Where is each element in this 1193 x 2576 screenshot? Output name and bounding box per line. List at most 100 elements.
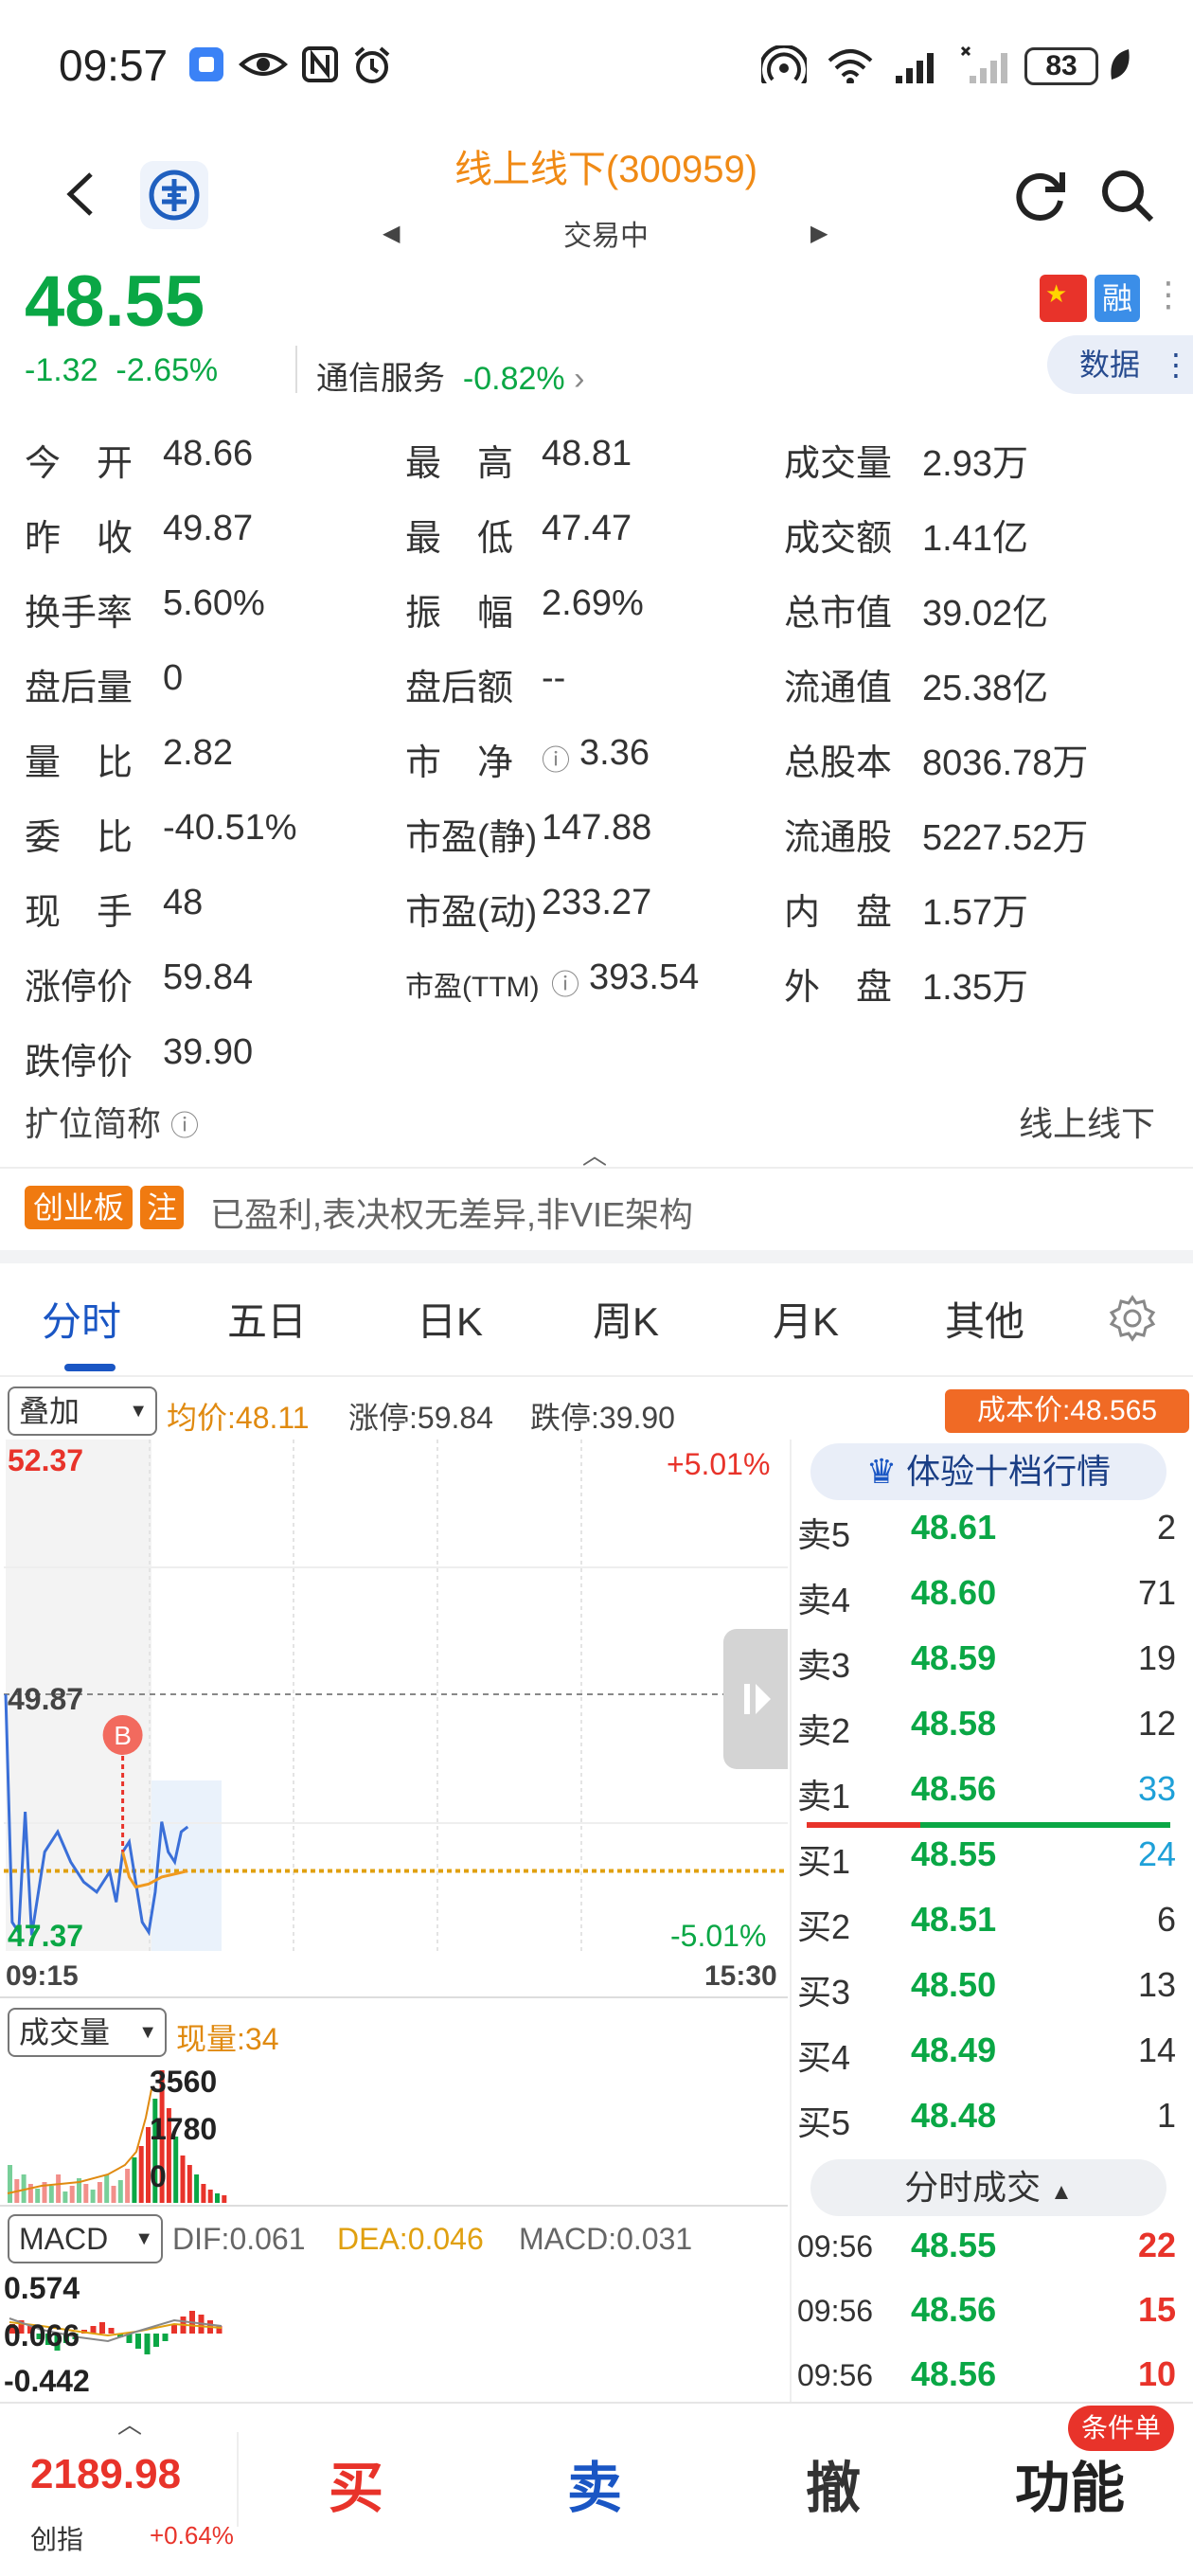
divider <box>0 1996 788 1998</box>
bid-row[interactable]: 买5 48.48 1 <box>797 2096 1176 2161</box>
gear-icon[interactable] <box>1108 1294 1157 1343</box>
stat-label: 市盈(动) <box>405 893 538 933</box>
expand-name-value: 线上线下 <box>1019 1104 1156 1143</box>
stat-value: 59.84 <box>163 957 254 997</box>
tab-weekly-k[interactable]: 周K <box>593 1290 659 1348</box>
macd-chart[interactable] <box>4 2265 788 2402</box>
bid-row[interactable]: 买3 48.50 13 <box>797 1965 1176 2030</box>
level2-quote-button[interactable]: ♛ 体验十档行情 <box>810 1443 1166 1500</box>
signal-off-icon <box>960 45 1007 83</box>
stat-label: 盘后量 <box>25 669 134 708</box>
conditional-order-badge[interactable]: 条件单 <box>1068 2406 1174 2451</box>
stat-label: 涨停价 <box>25 968 134 1008</box>
company-tagline: 已盈利,表决权无差异,非VIE架构 <box>210 1195 694 1234</box>
trades-toggle-button[interactable]: 分时成交 ▲ <box>810 2159 1166 2216</box>
cost-price-badge: 成本价:48.565 <box>945 1389 1189 1433</box>
industry-name: 通信服务 <box>316 361 445 397</box>
alarm-icon <box>354 46 390 83</box>
stat-label: 总股本 <box>784 743 893 783</box>
index-value[interactable]: 2189.98 <box>30 2451 181 2498</box>
ask-row[interactable]: 卖2 48.58 12 <box>797 1704 1176 1769</box>
stat-value: 49.87 <box>163 509 254 548</box>
help-icon[interactable]: ⓘ <box>542 737 570 778</box>
level-volume: 24 <box>1137 1834 1176 1873</box>
data-button[interactable]: 数据 ⋮ <box>1047 335 1193 394</box>
bid-row[interactable]: 买4 48.49 14 <box>797 2030 1176 2096</box>
ask-row[interactable]: 卖5 48.61 2 <box>797 1508 1176 1573</box>
expand-panel-button[interactable] <box>723 1629 788 1769</box>
level-volume: 33 <box>1137 1769 1176 1808</box>
level-volume: 71 <box>1137 1573 1176 1612</box>
bid-row[interactable]: 买2 48.51 6 <box>797 1900 1176 1965</box>
help-icon[interactable]: ⓘ <box>170 1111 199 1142</box>
price-axis-bottom: 47.37 <box>8 1919 84 1953</box>
macd-dropdown[interactable]: MACD ▼ <box>8 2214 163 2263</box>
back-icon[interactable] <box>59 170 106 218</box>
nfc-icon <box>302 46 338 82</box>
macd-bar <box>171 2324 177 2334</box>
stat-value: 39.02亿 <box>922 594 1049 634</box>
help-icon[interactable]: ⓘ <box>551 961 579 1003</box>
tab-intraday[interactable]: 分时 <box>42 1290 121 1348</box>
next-stock-arrow[interactable]: ▶ <box>810 220 828 247</box>
more-icon[interactable]: ⋮ <box>1151 275 1185 314</box>
section-gap <box>0 1250 1193 1263</box>
stat-value: 25.38亿 <box>922 669 1049 708</box>
volume-bar <box>104 2174 110 2203</box>
tab-monthly-k[interactable]: 月K <box>773 1290 839 1348</box>
level-price: 48.51 <box>911 1900 997 1939</box>
stat-value: 2.82 <box>163 733 233 773</box>
buy-button[interactable]: 买 <box>261 2443 451 2523</box>
level-volume: 1 <box>1156 2096 1176 2135</box>
stat-label: 昨 收 <box>25 519 134 559</box>
limit-down: 跌停:39.90 <box>530 1401 675 1435</box>
cancel-order-button[interactable]: 撤 <box>739 2443 928 2523</box>
margin-badge[interactable]: 融 <box>1095 275 1140 322</box>
expand-name-label: 扩位简称 ⓘ <box>25 1097 199 1146</box>
chevron-right-icon: › <box>574 361 585 397</box>
stat-label: 委 比 <box>25 818 134 858</box>
stat-value: 8036.78万 <box>922 743 1089 783</box>
index-expand-icon[interactable]: ︿ <box>117 2406 142 2441</box>
tab-daily-k[interactable]: 日K <box>417 1290 483 1348</box>
volume-tick-high: 3560 <box>150 2065 218 2099</box>
divider <box>790 1440 792 2402</box>
app-notification-icon <box>189 47 223 81</box>
refresh-icon[interactable] <box>1013 167 1070 224</box>
divider <box>0 1375 1193 1377</box>
volume-bar <box>62 2191 68 2203</box>
volume-chart[interactable] <box>4 2061 788 2205</box>
intraday-price-chart[interactable]: B <box>4 1440 788 1953</box>
volume-label: 成交量 <box>19 2015 111 2049</box>
stat-value: 2.93万 <box>922 444 1028 484</box>
volume-bar <box>117 2180 123 2203</box>
trades-label: 分时成交 <box>904 2168 1042 2207</box>
price-change: -1.32 -2.65% <box>25 352 218 389</box>
tab-five-day[interactable]: 五日 <box>227 1290 307 1348</box>
ask-row[interactable]: 卖3 48.59 19 <box>797 1638 1176 1704</box>
bid-row[interactable]: 买1 48.55 24 <box>797 1834 1176 1900</box>
stat-label: 盘后额 <box>405 669 514 708</box>
overlay-dropdown[interactable]: 叠加 ▼ <box>8 1386 157 1436</box>
stat-label: 跌停价 <box>25 1043 134 1082</box>
industry-percent: -0.82% <box>462 361 565 397</box>
status-time: 09:57 <box>59 41 169 90</box>
volume-dropdown[interactable]: 成交量 ▼ <box>8 2008 167 2057</box>
caret-down-icon: ▼ <box>134 2228 153 2249</box>
stat-value: 1.57万 <box>922 893 1028 933</box>
ask-row[interactable]: 卖4 48.60 71 <box>797 1573 1176 1638</box>
macd-tick-low: -0.442 <box>4 2364 90 2398</box>
stat-label: 成交量 <box>784 444 893 484</box>
function-button[interactable]: 功能 <box>975 2443 1165 2523</box>
stat-value: 39.90 <box>163 1032 254 1072</box>
level-label: 卖1 <box>797 1777 851 1816</box>
search-icon[interactable] <box>1098 167 1155 224</box>
volume-bar <box>97 2182 102 2203</box>
stat-value: -40.51% <box>163 808 297 848</box>
level-price: 48.56 <box>911 1769 997 1808</box>
level2-label: 体验十档行情 <box>906 1452 1112 1491</box>
industry-link[interactable]: 通信服务 -0.82% › <box>316 352 584 399</box>
macd-bar <box>135 2334 141 2349</box>
tab-other[interactable]: 其他 <box>945 1290 1024 1348</box>
sell-button[interactable]: 卖 <box>500 2443 689 2523</box>
